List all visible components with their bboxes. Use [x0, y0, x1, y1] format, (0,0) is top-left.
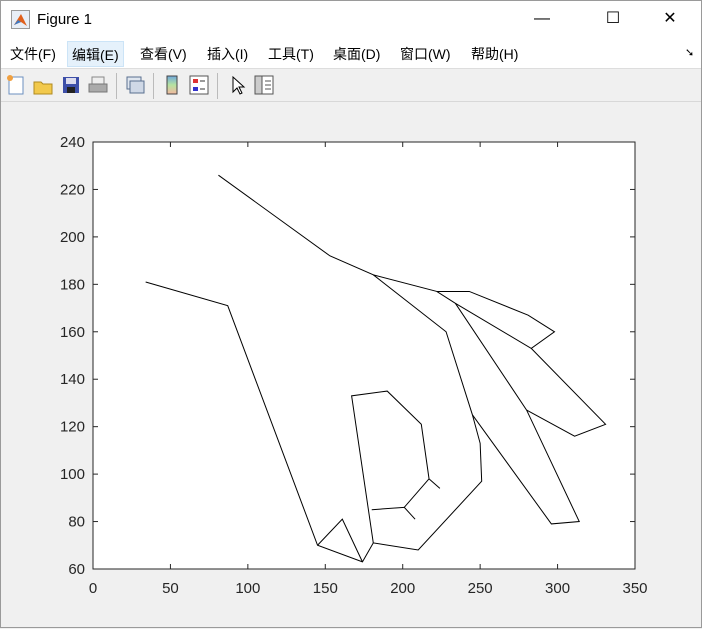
y-tick-label: 200 — [60, 229, 85, 246]
x-tick-label: 50 — [162, 580, 179, 597]
x-tick-label: 150 — [313, 580, 338, 597]
x-tick-label: 0 — [89, 580, 97, 597]
x-tick-label: 200 — [390, 580, 415, 597]
y-tick-label: 120 — [60, 419, 85, 436]
x-tick-label: 100 — [235, 580, 260, 597]
axes-box — [92, 141, 636, 570]
y-tick-label: 220 — [60, 181, 85, 198]
x-tick-label: 300 — [545, 580, 570, 597]
y-tick-label: 60 — [68, 561, 85, 578]
y-tick-label: 140 — [60, 371, 85, 388]
y-tick-label: 80 — [68, 514, 85, 531]
x-tick-label: 250 — [468, 580, 493, 597]
y-tick-label: 240 — [60, 134, 85, 151]
figure-window: Figure 1 — ☐ ✕ 文件(F) 编辑(E) 查看(V) 插入(I) 工… — [0, 0, 702, 628]
plot-canvas: 0 50 100 150 200 250 300 350 60 80 100 120 140 160 180… — [60, 134, 648, 597]
x-tick-label: 350 — [622, 580, 647, 597]
y-tick-label: 180 — [60, 276, 85, 293]
y-tick-label: 100 — [60, 466, 85, 483]
y-tick-label: 160 — [60, 324, 85, 341]
